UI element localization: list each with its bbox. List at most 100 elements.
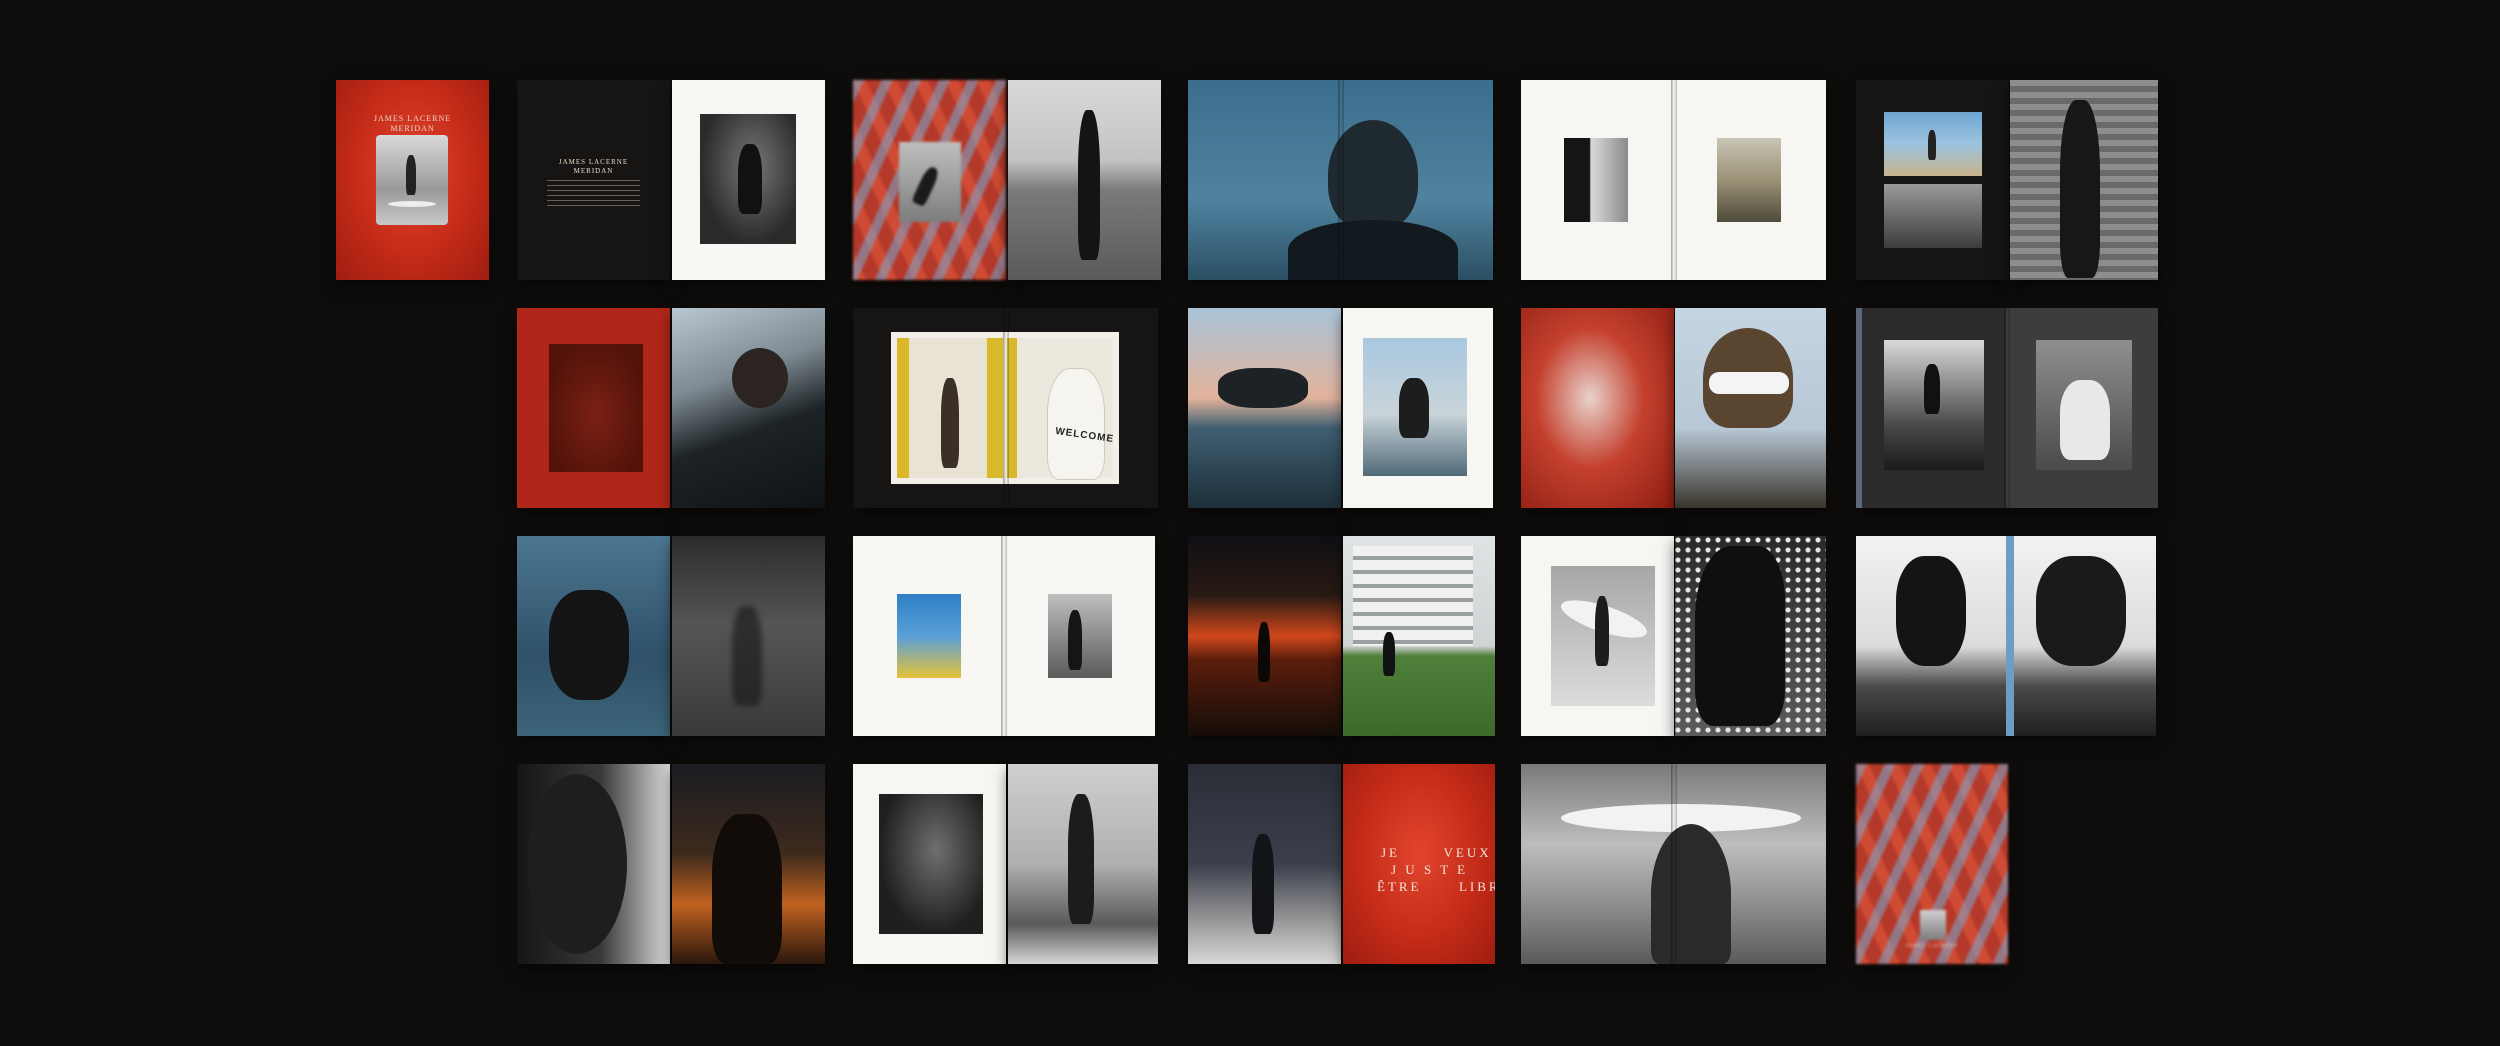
portrait-bw-photo <box>700 114 796 244</box>
intro-title: JAMES LACERNE MERIDAN <box>517 158 670 176</box>
night-beach-page[interactable] <box>1188 764 1341 964</box>
beach-blue-photo <box>1884 112 1982 176</box>
white-yellow-spread[interactable] <box>853 536 1155 736</box>
rock-sitting-page[interactable] <box>517 536 670 736</box>
welcome-frame-spread[interactable]: WELCOME <box>853 308 1158 508</box>
surfboard-woman-figure <box>1218 368 1308 408</box>
lawn-figure <box>1383 632 1395 676</box>
wetsuit-sunset-figure <box>712 814 782 964</box>
posing-woman-figure <box>941 378 959 468</box>
profile-blue-spread[interactable] <box>1188 80 1493 280</box>
grainy-surf-spread[interactable] <box>1856 308 2158 508</box>
dark-portrait-photo <box>879 794 983 934</box>
back-cover-photo <box>1920 910 1946 940</box>
wetsuit-figure <box>2060 100 2100 278</box>
board-on-head-spread[interactable] <box>1521 764 1826 964</box>
kneeling-woman-figure <box>1399 378 1429 438</box>
tshirt-photo <box>2036 340 2132 470</box>
yellow-board-photo <box>897 594 961 678</box>
tshirt-figure <box>2060 380 2110 460</box>
underwater-page[interactable] <box>853 80 1006 280</box>
quote-line3: ÊTRE LIBRE <box>1377 879 1495 894</box>
motion-blur-page[interactable] <box>672 536 825 736</box>
white-spread-two-photos[interactable] <box>1521 80 1826 280</box>
sunglasses-page[interactable] <box>1675 308 1826 508</box>
intro-text-page[interactable]: JAMES LACERNE MERIDAN <box>517 80 670 280</box>
framed-surf-page[interactable] <box>1343 308 1493 508</box>
yellow-door-photo <box>897 338 1003 478</box>
cover-photo <box>376 135 448 225</box>
quote-line1: JE VEUX <box>1381 845 1492 860</box>
staircase-page[interactable] <box>2010 80 2158 280</box>
intro-title-line1: JAMES LACERNE <box>558 158 629 166</box>
welcome-shirt-photo: WELCOME <box>1007 338 1115 480</box>
board-woman-figure <box>1595 596 1609 666</box>
back-cover-title: JAMES LACERNE <box>1905 944 1959 949</box>
silhouette-figure <box>1258 622 1270 682</box>
bw-board-photo <box>1048 594 1112 678</box>
hotel-lawn-page[interactable] <box>1343 536 1495 736</box>
diver-figure <box>911 164 941 208</box>
cover-title-line1: JAMES LACERNE <box>373 114 452 123</box>
beach-bw-photo <box>1884 184 1982 248</box>
smiling-woman-figure <box>1047 368 1105 480</box>
framed-surfboard-photo <box>1551 566 1655 706</box>
red-fabric-page[interactable] <box>1521 308 1674 508</box>
cover-page[interactable]: JAMES LACERNE MERIDAN <box>336 80 489 280</box>
blurred-figure <box>732 606 762 706</box>
portrait-bw-page[interactable] <box>672 80 825 280</box>
quote-page[interactable]: JE VEUX J U S T E ÊTRE LIBRE <box>1343 764 1495 964</box>
hotel-balconies <box>1353 546 1473 646</box>
cover-title: JAMES LACERNE MERIDAN <box>336 114 489 134</box>
walking-woman-figure <box>1068 794 1094 924</box>
crouched-woman-figure <box>549 590 629 700</box>
magazine-spread-grid: JAMES LACERNE MERIDAN JAMES LACERNE MERI… <box>0 0 2500 1046</box>
reclining-woman-figure <box>732 348 788 408</box>
face-profile-figure <box>527 774 627 954</box>
leopard-walk-page[interactable] <box>1008 764 1158 964</box>
close-profile-page[interactable] <box>517 764 670 964</box>
intro-title-line2: MERIDAN <box>573 167 614 175</box>
seawall-page[interactable] <box>1008 80 1161 280</box>
close-eye-photo <box>1564 138 1628 222</box>
board-carrier-figure <box>1924 364 1940 414</box>
red-portrait-page[interactable] <box>517 308 670 508</box>
black-beach-page[interactable] <box>1856 80 2009 280</box>
framed-dark-portrait-page[interactable] <box>853 764 1006 964</box>
kneeling-left-figure <box>1896 556 1966 666</box>
spread-fold <box>1001 536 1007 736</box>
leopard-suit-page[interactable] <box>1675 536 1826 736</box>
shoulders-shape <box>1288 220 1458 280</box>
palm-photo <box>1717 138 1781 222</box>
leopard-figure <box>1695 546 1785 726</box>
red-portrait-photo <box>549 344 643 472</box>
board-head-figure <box>1651 824 1731 964</box>
intro-body-lines <box>547 180 640 210</box>
surfboard <box>388 201 436 207</box>
leather-jacket-page[interactable] <box>672 308 825 508</box>
board-holder-figure <box>1068 610 1082 670</box>
blue-strip <box>2006 536 2014 736</box>
cover-title-line2: MERIDAN <box>390 124 435 133</box>
sunset-surf-page[interactable] <box>1188 308 1341 508</box>
standing-woman-figure <box>1078 110 1100 260</box>
framed-surfboard-page[interactable] <box>1521 536 1674 736</box>
underwater-photo <box>899 142 961 222</box>
reflection-photo <box>1884 340 1984 470</box>
golden-hour-page[interactable] <box>672 764 825 964</box>
profile-head-figure <box>1328 120 1418 230</box>
orange-sunset-page[interactable] <box>1188 536 1341 736</box>
seated-woman-figure <box>738 144 762 214</box>
kneeling-right-figure <box>2036 556 2126 666</box>
kneeling-spread[interactable] <box>1856 536 2156 736</box>
white-sunglasses <box>1709 372 1789 394</box>
welcome-photo-frame: WELCOME <box>891 332 1119 484</box>
framed-surf-photo <box>1363 338 1467 476</box>
night-figure <box>1252 834 1274 934</box>
surfer-figure <box>406 155 416 195</box>
spread-fold <box>2004 308 2010 508</box>
spread-fold <box>1671 80 1677 280</box>
quote-line2: J U S T E <box>1391 862 1469 877</box>
back-cover-page[interactable]: JAMES LACERNE <box>1856 764 2008 964</box>
running-figure <box>1928 130 1936 160</box>
